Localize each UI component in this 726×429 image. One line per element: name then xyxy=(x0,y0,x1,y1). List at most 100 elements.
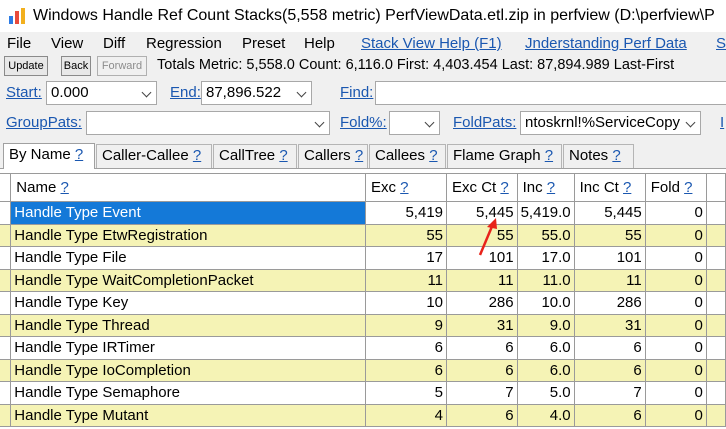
column-help-link[interactable]: ? xyxy=(400,179,408,196)
tab-help-link[interactable]: ? xyxy=(612,147,620,164)
tab-callers[interactable]: Callers ? xyxy=(298,144,368,168)
row-cell-inc-ct[interactable]: 5,445 xyxy=(573,201,646,225)
tab-help-link[interactable]: ? xyxy=(279,147,287,164)
row-cell-name[interactable]: Handle Type IoCompletion xyxy=(10,358,366,382)
row-cell-fold[interactable]: 0 xyxy=(644,246,707,270)
fold-percent-input[interactable] xyxy=(389,111,440,135)
table-row[interactable]: Handle Type Mutant 4 6 4.0 6 0 xyxy=(0,403,726,427)
table-row[interactable]: Handle Type IRTimer 6 6 6.0 6 0 xyxy=(0,336,726,360)
tab-by-name[interactable]: By Name ? xyxy=(3,143,95,169)
row-cell-fold[interactable]: 0 xyxy=(644,313,707,337)
table-row[interactable]: Handle Type File 17 101 17.0 101 0 xyxy=(0,246,726,270)
row-cell-name[interactable]: Handle Type Semaphore xyxy=(10,381,366,405)
end-input[interactable]: 87,896.522 xyxy=(201,81,312,105)
row-cell-inc[interactable]: 6.0 xyxy=(516,336,575,360)
menu-help[interactable]: Help xyxy=(304,35,335,52)
row-cell-name[interactable]: Handle Type Key xyxy=(10,291,366,315)
row-cell-fold[interactable]: 0 xyxy=(644,336,707,360)
column-header-fold[interactable]: Fold ? xyxy=(644,173,707,202)
tab-help-link[interactable]: ? xyxy=(75,146,83,163)
table-row[interactable]: Handle Type Key 10 286 10.0 286 0 xyxy=(0,291,726,315)
forward-button[interactable]: Forward xyxy=(97,56,147,76)
row-cell-exc[interactable]: 9 xyxy=(364,313,448,337)
column-help-link[interactable]: ? xyxy=(500,179,508,196)
row-cell-fold[interactable]: 0 xyxy=(644,358,707,382)
column-header-exc[interactable]: Exc ? xyxy=(364,173,448,202)
row-cell-inc-ct[interactable]: 7 xyxy=(573,381,646,405)
start-input[interactable]: 0.000 xyxy=(46,81,157,105)
column-help-link[interactable]: ? xyxy=(684,179,692,196)
row-cell-inc[interactable]: 5,419.0 xyxy=(516,201,575,225)
row-cell-inc-ct[interactable]: 6 xyxy=(573,358,646,382)
link-stack-view-help[interactable]: Stack View Help (F1) xyxy=(361,35,502,52)
tab-caller-callee[interactable]: Caller-Callee ? xyxy=(96,144,212,168)
grouppats-label[interactable]: GroupPats: xyxy=(6,114,82,131)
column-header-inc[interactable]: Inc ? xyxy=(516,173,575,202)
column-help-link[interactable]: ? xyxy=(547,179,555,196)
row-cell-exc[interactable]: 17 xyxy=(364,246,448,270)
column-header-name[interactable]: Name ? xyxy=(10,173,366,202)
row-cell-exc-ct[interactable]: 6 xyxy=(446,403,518,427)
fold-percent-label[interactable]: Fold%: xyxy=(340,114,387,131)
row-cell-inc[interactable]: 55.0 xyxy=(516,223,575,247)
row-cell-exc-ct[interactable]: 6 xyxy=(446,358,518,382)
foldpats-input[interactable]: ntoskrnl!%ServiceCopy xyxy=(520,111,701,135)
row-cell-inc-ct[interactable]: 31 xyxy=(573,313,646,337)
tab-help-link[interactable]: ? xyxy=(545,147,553,164)
row-cell-exc[interactable]: 6 xyxy=(364,336,448,360)
overflow-label[interactable]: I xyxy=(720,114,724,131)
menu-view[interactable]: View xyxy=(51,35,83,52)
link-overflow[interactable]: S xyxy=(716,35,726,52)
row-cell-inc[interactable]: 10.0 xyxy=(516,291,575,315)
row-cell-exc[interactable]: 11 xyxy=(364,268,448,292)
row-cell-fold[interactable]: 0 xyxy=(644,223,707,247)
menu-preset[interactable]: Preset xyxy=(242,35,285,52)
table-row[interactable]: Handle Type IoCompletion 6 6 6.0 6 0 xyxy=(0,358,726,382)
tab-calltree[interactable]: CallTree ? xyxy=(213,144,297,168)
find-input[interactable] xyxy=(375,81,726,105)
row-cell-exc[interactable]: 6 xyxy=(364,358,448,382)
table-row[interactable]: Handle Type EtwRegistration 55 55 55.0 55 0 xyxy=(0,223,726,247)
row-cell-inc-ct[interactable]: 6 xyxy=(573,403,646,427)
menu-regression[interactable]: Regression xyxy=(146,35,222,52)
row-cell-fold[interactable]: 0 xyxy=(644,403,707,427)
tab-flame-graph[interactable]: Flame Graph ? xyxy=(447,144,562,168)
row-cell-inc[interactable]: 5.0 xyxy=(516,381,575,405)
row-cell-name[interactable]: Handle Type WaitCompletionPacket xyxy=(10,268,366,292)
tab-help-link[interactable]: ? xyxy=(193,147,201,164)
row-cell-inc-ct[interactable]: 55 xyxy=(573,223,646,247)
tab-callees[interactable]: Callees ? xyxy=(369,144,446,168)
table-row[interactable]: Handle Type WaitCompletionPacket 11 11 11.0… xyxy=(0,268,726,292)
menu-diff[interactable]: Diff xyxy=(103,35,125,52)
row-cell-exc-ct[interactable]: 101 xyxy=(446,246,518,270)
row-cell-exc[interactable]: 5 xyxy=(364,381,448,405)
row-cell-inc-ct[interactable]: 101 xyxy=(573,246,646,270)
row-cell-exc-ct[interactable]: 6 xyxy=(446,336,518,360)
row-cell-inc[interactable]: 6.0 xyxy=(516,358,575,382)
column-header-exc-ct[interactable]: Exc Ct ? xyxy=(446,173,518,202)
row-cell-fold[interactable]: 0 xyxy=(644,381,707,405)
row-cell-name[interactable]: Handle Type Mutant xyxy=(10,403,366,427)
row-cell-exc-ct[interactable]: 7 xyxy=(446,381,518,405)
row-cell-inc-ct[interactable]: 286 xyxy=(573,291,646,315)
row-cell-exc[interactable]: 4 xyxy=(364,403,448,427)
row-cell-fold[interactable]: 0 xyxy=(644,268,707,292)
row-cell-inc[interactable]: 4.0 xyxy=(516,403,575,427)
row-cell-name[interactable]: Handle Type Event xyxy=(10,201,366,225)
row-cell-exc-ct[interactable]: 5,445 xyxy=(446,201,518,225)
row-cell-name[interactable]: Handle Type Thread xyxy=(10,313,366,337)
find-label[interactable]: Find: xyxy=(340,84,373,101)
end-label[interactable]: End: xyxy=(170,84,201,101)
update-button[interactable]: Update xyxy=(4,56,48,76)
row-cell-inc-ct[interactable]: 11 xyxy=(573,268,646,292)
row-cell-fold[interactable]: 0 xyxy=(644,201,707,225)
row-cell-inc[interactable]: 11.0 xyxy=(516,268,575,292)
link-understanding-perf-data[interactable]: Jnderstanding Perf Data xyxy=(525,35,687,52)
start-label[interactable]: Start: xyxy=(6,84,42,101)
column-help-link[interactable]: ? xyxy=(60,179,68,196)
row-cell-fold[interactable]: 0 xyxy=(644,291,707,315)
row-cell-inc-ct[interactable]: 6 xyxy=(573,336,646,360)
row-cell-exc[interactable]: 10 xyxy=(364,291,448,315)
row-cell-inc[interactable]: 17.0 xyxy=(516,246,575,270)
row-cell-exc[interactable]: 55 xyxy=(364,223,448,247)
